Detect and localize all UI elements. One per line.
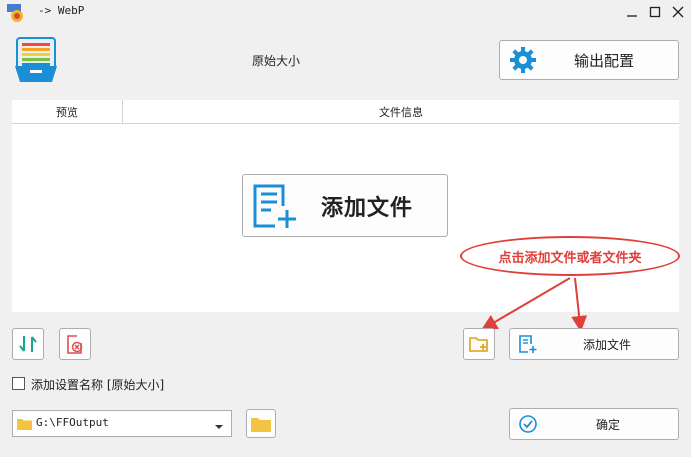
add-file-button[interactable]: 添加文件 [509, 328, 679, 360]
add-folder-icon [469, 337, 488, 352]
size-label: 原始大小 [252, 54, 301, 68]
file-list-logo-icon [14, 36, 58, 84]
webp-app-icon [6, 3, 26, 23]
minimize-icon [627, 15, 637, 17]
confirm-label: 确定 [596, 417, 621, 432]
add-file-label: 添加文件 [583, 337, 632, 352]
gear-icon [508, 45, 538, 75]
add-file-icon [249, 180, 301, 232]
maximize-icon [649, 6, 661, 18]
title-bar [0, 0, 691, 24]
delete-file-icon [67, 335, 83, 354]
output-path-value: G:\FFOutput [36, 416, 109, 429]
add-setting-name-checkbox[interactable] [12, 377, 25, 390]
sort-button[interactable] [12, 328, 44, 360]
browse-folder-button[interactable] [246, 409, 276, 438]
close-button[interactable] [668, 2, 688, 22]
add-setting-name-label[interactable]: 添加设置名称 [原始大小] [31, 376, 164, 393]
folder-icon [17, 417, 32, 430]
maximize-button[interactable] [645, 2, 665, 22]
output-config-button[interactable]: 输出配置 [499, 40, 679, 80]
close-icon [672, 6, 684, 18]
annotation-callout: 点击添加文件或者文件夹 [460, 236, 680, 276]
window-title: -> WebP [38, 4, 85, 17]
chevron-down-icon[interactable] [214, 420, 224, 429]
check-circle-icon [518, 414, 538, 434]
arrow-to-add-file [571, 277, 588, 332]
header-divider [12, 123, 679, 124]
sort-icon [19, 336, 37, 352]
clear-list-button[interactable] [59, 328, 91, 360]
minimize-button[interactable] [622, 2, 642, 22]
add-file-big-label: 添加文件 [321, 194, 414, 221]
annotation-arrows [481, 277, 588, 332]
add-file-big-button[interactable]: 添加文件 [242, 174, 448, 237]
output-config-label: 输出配置 [574, 51, 635, 70]
open-folder-icon [251, 417, 271, 432]
column-header-file-info[interactable]: 文件信息 [123, 100, 679, 124]
column-header-preview[interactable]: 预览 [12, 100, 122, 124]
confirm-button[interactable]: 确定 [509, 408, 679, 440]
arrow-to-folder [481, 277, 571, 331]
add-folder-button[interactable] [463, 328, 495, 360]
add-file-small-icon [518, 334, 538, 354]
